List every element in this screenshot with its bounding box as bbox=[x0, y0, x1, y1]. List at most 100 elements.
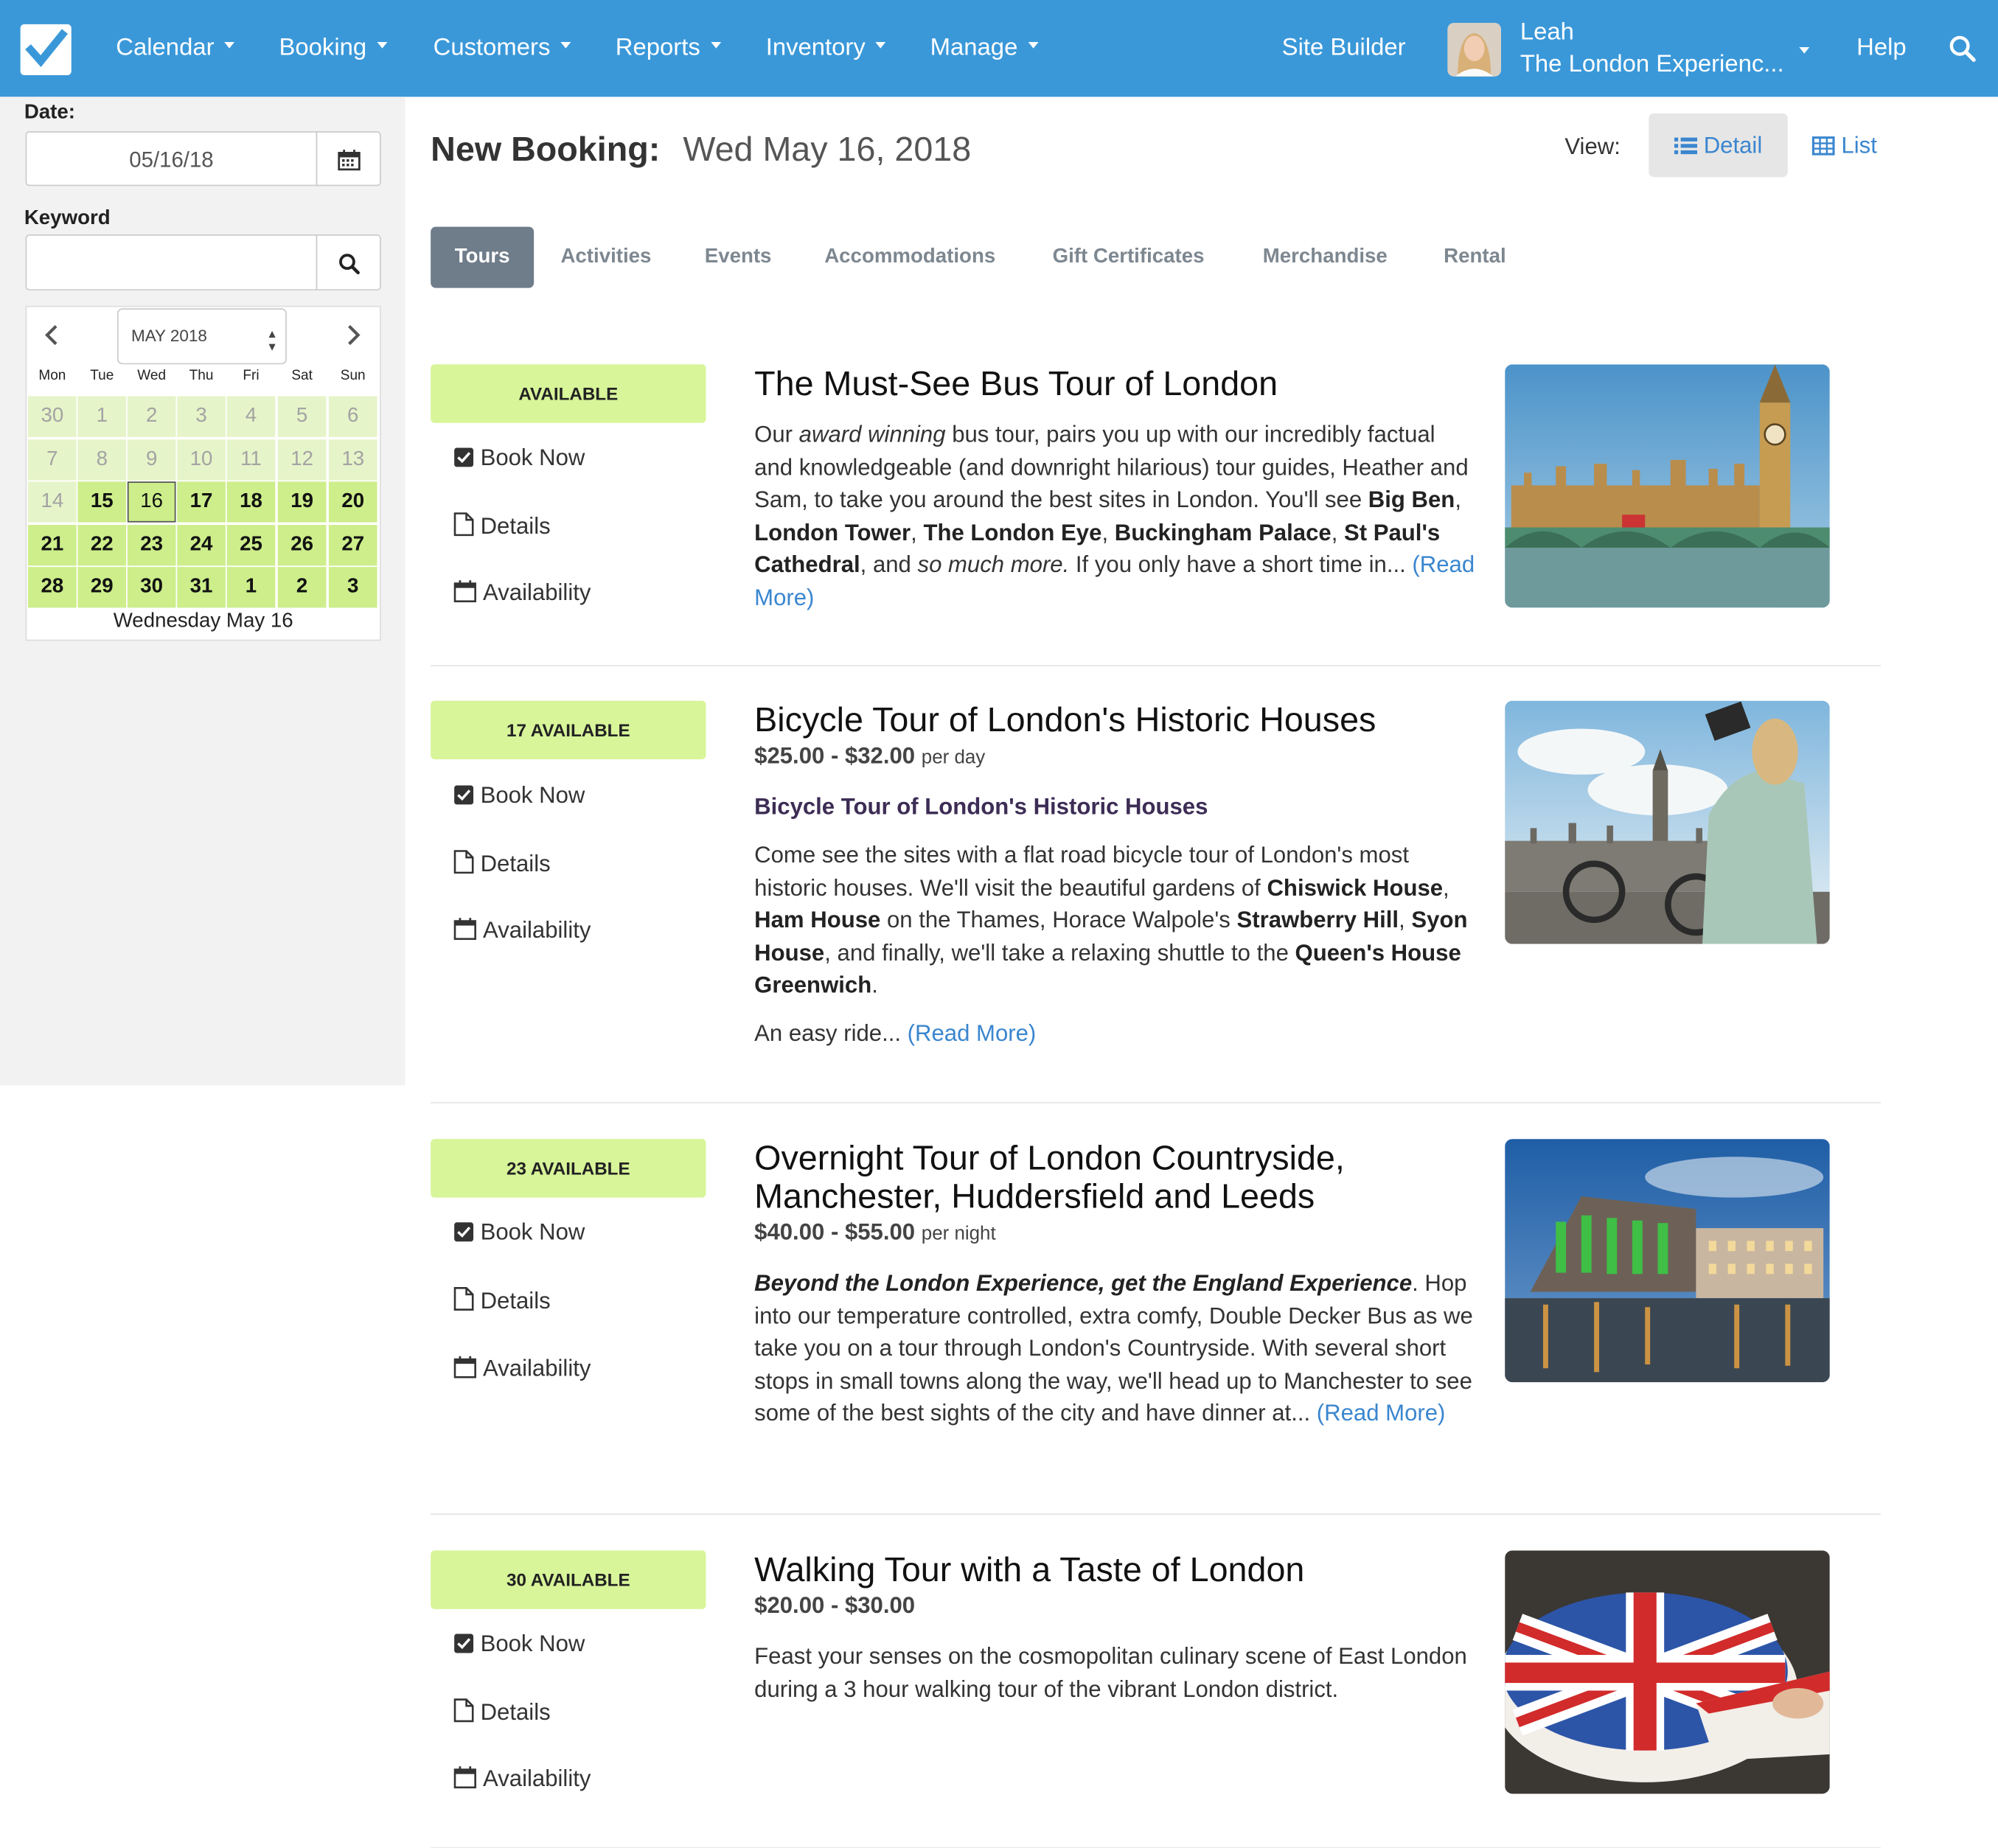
nav-booking[interactable]: Booking bbox=[279, 35, 387, 63]
nav-inventory[interactable]: Inventory bbox=[766, 35, 886, 63]
calendar-day[interactable]: 28 bbox=[28, 567, 77, 609]
listing-description-tail: An easy ride... bbox=[754, 1020, 908, 1046]
book-now-link[interactable]: Book Now bbox=[453, 1631, 585, 1660]
calendar-day[interactable]: 18 bbox=[226, 481, 276, 523]
date-picker-button[interactable] bbox=[316, 131, 381, 186]
availability-link[interactable]: Availability bbox=[453, 1356, 591, 1385]
details-label: Details bbox=[480, 1288, 551, 1314]
tab-gift-certificates[interactable]: Gift Certificates bbox=[1053, 227, 1205, 288]
listing-title[interactable]: Overnight Tour of London Countryside, Ma… bbox=[754, 1139, 1468, 1216]
nav-reports[interactable]: Reports bbox=[616, 35, 721, 63]
calendar-day[interactable]: 1 bbox=[226, 567, 276, 609]
calendar-day[interactable]: 17 bbox=[177, 481, 226, 523]
tab-merchandise[interactable]: Merchandise bbox=[1263, 227, 1388, 288]
book-now-label: Book Now bbox=[480, 782, 585, 808]
chevron-right-icon[interactable] bbox=[347, 324, 362, 346]
nav-customers[interactable]: Customers bbox=[434, 35, 571, 63]
tab-accommodations[interactable]: Accommodations bbox=[824, 227, 995, 288]
nav-manage[interactable]: Manage bbox=[930, 35, 1038, 63]
table-icon bbox=[1811, 136, 1835, 156]
calendar-day[interactable]: 10 bbox=[177, 439, 226, 480]
calendar-day[interactable]: 22 bbox=[77, 524, 127, 566]
calendar-day[interactable]: 19 bbox=[277, 481, 327, 523]
search-icon[interactable] bbox=[1949, 35, 1977, 69]
nav-help[interactable]: Help bbox=[1856, 35, 1907, 63]
listing-description: Feast your senses on the cosmopolitan cu… bbox=[754, 1641, 1475, 1706]
details-link[interactable]: Details bbox=[453, 512, 551, 543]
calendar-day[interactable]: 15 bbox=[77, 481, 127, 523]
description-text: award winning bbox=[798, 422, 946, 447]
calendar-day[interactable]: 24 bbox=[177, 524, 226, 566]
avatar[interactable] bbox=[1447, 23, 1501, 77]
calendar-day[interactable]: 26 bbox=[277, 524, 327, 566]
calendar-day[interactable]: 12 bbox=[277, 439, 327, 480]
availability-link[interactable]: Availability bbox=[453, 1765, 591, 1795]
calendar-day[interactable]: 6 bbox=[328, 396, 377, 437]
keyword-input[interactable] bbox=[25, 234, 318, 291]
description-text: The London Eye bbox=[923, 519, 1102, 545]
view-detail-button[interactable]: Detail bbox=[1649, 113, 1788, 178]
tab-tours[interactable]: Tours bbox=[431, 226, 535, 288]
listing-title[interactable]: The Must-See Bus Tour of London bbox=[754, 364, 1468, 402]
read-more-link[interactable]: (Read More) bbox=[1317, 1400, 1446, 1426]
calendar-day[interactable]: 20 bbox=[328, 481, 377, 523]
nav-site-builder[interactable]: Site Builder bbox=[1282, 35, 1406, 63]
list-icon bbox=[1674, 137, 1698, 155]
calendar-day[interactable]: 23 bbox=[127, 524, 176, 566]
details-label: Details bbox=[480, 1699, 551, 1726]
calendar-day[interactable]: 8 bbox=[77, 439, 127, 480]
book-now-link[interactable]: Book Now bbox=[453, 444, 585, 474]
keyword-search-button[interactable] bbox=[316, 234, 381, 291]
calendar-day[interactable]: 3 bbox=[328, 567, 377, 609]
tab-rental[interactable]: Rental bbox=[1444, 227, 1506, 288]
mini-calendar: MAY 2018 ▲ ▼ Mon Tue Wed Thu Fri Sat Sun 30 1 2 3 4 5… bbox=[25, 305, 381, 641]
calendar-day[interactable]: 11 bbox=[226, 439, 276, 480]
description-text: Beyond the London Experience, get the En… bbox=[754, 1270, 1413, 1296]
date-input[interactable]: 05/16/18 bbox=[25, 131, 318, 186]
calendar-day[interactable]: 30 bbox=[28, 396, 77, 437]
calendar-day[interactable]: 1 bbox=[77, 396, 127, 437]
calendar-day[interactable]: 21 bbox=[28, 524, 77, 566]
calendar-day[interactable]: 14 bbox=[28, 481, 77, 523]
tab-events[interactable]: Events bbox=[705, 227, 772, 288]
availability-link[interactable]: Availability bbox=[453, 579, 591, 609]
caret-down-icon[interactable] bbox=[1799, 46, 1810, 54]
view-list-button[interactable]: List bbox=[1811, 114, 1889, 177]
calendar-day[interactable]: 16 bbox=[127, 481, 176, 523]
user-name[interactable]: Leah bbox=[1520, 19, 1574, 47]
book-now-link[interactable]: Book Now bbox=[453, 782, 585, 812]
nav-calendar[interactable]: Calendar bbox=[116, 35, 235, 63]
calendar-day[interactable]: 7 bbox=[28, 439, 77, 480]
calendar-day[interactable]: 31 bbox=[177, 567, 226, 609]
calendar-day[interactable]: 30 bbox=[127, 567, 176, 609]
calendar-day[interactable]: 4 bbox=[226, 396, 276, 437]
checkmark-logo-icon[interactable] bbox=[20, 24, 72, 75]
availability-link[interactable]: Availability bbox=[453, 917, 591, 946]
calendar-day[interactable]: 3 bbox=[177, 396, 226, 437]
chevron-left-icon[interactable] bbox=[43, 324, 59, 346]
calendar-day[interactable]: 2 bbox=[127, 396, 176, 437]
listing-title[interactable]: Walking Tour with a Taste of London bbox=[754, 1550, 1468, 1589]
calendar-day[interactable]: 5 bbox=[277, 396, 327, 437]
calendar-day[interactable]: 27 bbox=[328, 524, 377, 566]
calendar-day[interactable]: 13 bbox=[328, 439, 377, 480]
month-select[interactable]: MAY 2018 ▲ ▼ bbox=[117, 308, 287, 365]
price-range: $40.00 - $55.00 bbox=[754, 1218, 916, 1245]
calendar-day[interactable]: 9 bbox=[127, 439, 176, 480]
details-link[interactable]: Details bbox=[453, 1287, 551, 1317]
nav-reports-label: Reports bbox=[615, 34, 700, 61]
calendar-day[interactable]: 29 bbox=[77, 567, 127, 609]
listing-title[interactable]: Bicycle Tour of London's Historic Houses bbox=[754, 701, 1468, 739]
calendar-icon bbox=[453, 579, 476, 609]
calendar-day[interactable]: 25 bbox=[226, 524, 276, 566]
tab-activities[interactable]: Activities bbox=[560, 227, 651, 288]
book-now-link[interactable]: Book Now bbox=[453, 1219, 585, 1249]
user-organization[interactable]: The London Experienc... bbox=[1520, 51, 1788, 79]
checkbox-checked-icon bbox=[453, 1633, 474, 1660]
calendar-day[interactable]: 2 bbox=[277, 567, 327, 609]
file-icon bbox=[453, 512, 474, 543]
file-icon bbox=[453, 1698, 474, 1729]
details-link[interactable]: Details bbox=[453, 1698, 551, 1729]
read-more-link[interactable]: (Read More) bbox=[908, 1020, 1037, 1046]
details-link[interactable]: Details bbox=[453, 850, 551, 880]
